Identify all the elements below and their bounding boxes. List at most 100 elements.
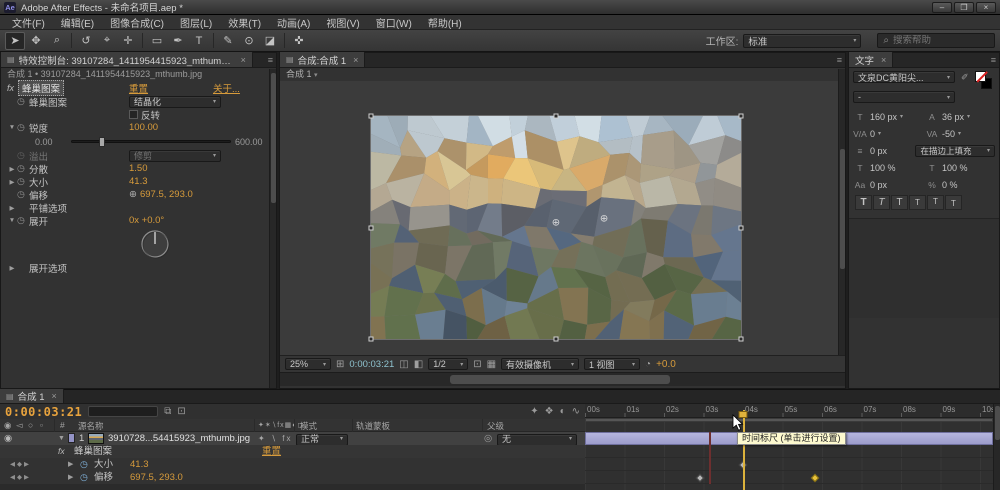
superscript-button[interactable]: T xyxy=(927,195,944,210)
scrollbar-thumb[interactable] xyxy=(271,73,276,203)
timecode-field[interactable] xyxy=(88,406,158,417)
effect-control-point-icon[interactable]: ⊕ xyxy=(600,213,608,224)
offset-value[interactable]: 697.5, 293.0 xyxy=(130,471,183,484)
subscript-button[interactable]: T xyxy=(945,195,962,210)
stopwatch-icon[interactable]: ◷ xyxy=(80,471,88,484)
shape-tool-icon[interactable]: ▭ xyxy=(147,32,167,50)
view-layout-dropdown[interactable]: 1 视图▾ xyxy=(584,358,640,370)
small-caps-button[interactable]: T xyxy=(909,195,926,210)
leading-value[interactable]: 36 px xyxy=(942,112,964,122)
composition-viewer[interactable]: ⊕ ⊕ xyxy=(280,81,845,355)
offset-value[interactable]: 697.5, 293.0 xyxy=(140,189,193,200)
comp-mini-flowchart-icon[interactable]: ⧉ xyxy=(164,406,171,417)
stroke-style-dropdown[interactable]: 在描边上填充▾ xyxy=(915,145,995,157)
eraser-tool-icon[interactable]: ◪ xyxy=(260,32,280,50)
resolution-dropdown[interactable]: 1/2▾ xyxy=(428,358,468,370)
stopwatch-icon[interactable]: ◷ xyxy=(17,96,29,107)
menu-item-effect[interactable]: 效果(T) xyxy=(220,15,269,30)
close-icon[interactable]: × xyxy=(881,55,886,65)
stopwatch-icon[interactable]: ◷ xyxy=(17,122,29,133)
transparency-grid-icon[interactable]: ▦ xyxy=(487,359,496,370)
expand-icon[interactable]: ▼ xyxy=(58,432,65,445)
eye-icon[interactable]: ◉ xyxy=(4,420,11,431)
close-icon[interactable]: × xyxy=(241,55,246,65)
stopwatch-icon[interactable]: ◷ xyxy=(17,163,29,174)
sharpness-slider[interactable] xyxy=(71,140,231,143)
camera-tool-icon[interactable]: ⌖ xyxy=(97,32,117,50)
effect-row[interactable]: fx 蜂巢图案 重置 xyxy=(0,445,585,458)
pen-tool-icon[interactable]: ✒ xyxy=(168,32,188,50)
effect-point-icon[interactable]: ⊕ xyxy=(129,189,137,200)
tsume-value[interactable]: 0 % xyxy=(942,180,958,190)
kerning-value[interactable]: 0 xyxy=(870,129,875,139)
invert-checkbox[interactable] xyxy=(129,110,138,119)
selection-handle[interactable] xyxy=(739,225,744,230)
collapse-icon[interactable]: ▶ xyxy=(7,178,17,186)
size-value[interactable]: 41.3 xyxy=(129,176,148,187)
disperse-value[interactable]: 1.50 xyxy=(129,163,148,174)
close-icon[interactable]: × xyxy=(52,391,57,401)
live-update-icon[interactable]: ⊡ xyxy=(177,406,185,417)
selection-handle[interactable] xyxy=(369,337,374,342)
size-value[interactable]: 41.3 xyxy=(130,458,149,471)
menu-item-edit[interactable]: 编辑(E) xyxy=(53,15,102,30)
clone-stamp-tool-icon[interactable]: ⊙ xyxy=(239,32,259,50)
pan-behind-tool-icon[interactable]: ✛ xyxy=(118,32,138,50)
source-name-header[interactable]: 源名称 xyxy=(78,420,104,432)
tracking-value[interactable]: -50 xyxy=(942,129,955,139)
layer-anchor-point-icon[interactable]: ⊕ xyxy=(552,218,560,229)
selection-handle[interactable] xyxy=(369,114,374,119)
viewer-timecode[interactable]: 0:00:03:21 xyxy=(349,359,394,370)
selection-tool-icon[interactable]: ➤ xyxy=(5,32,25,50)
rotation-dial[interactable] xyxy=(139,228,171,260)
menu-item-layer[interactable]: 图层(L) xyxy=(172,15,220,30)
maximize-button[interactable]: ❐ xyxy=(954,2,974,13)
layer-name[interactable]: 3910728...54415923_mthumb.jpg xyxy=(108,432,250,445)
viewer-vscrollbar[interactable] xyxy=(838,69,845,355)
font-size-value[interactable]: 160 px xyxy=(870,112,897,122)
slider-thumb[interactable] xyxy=(99,137,105,147)
selection-handle[interactable] xyxy=(739,337,744,342)
tab-timeline-comp[interactable]: ▤ 合成 1 × xyxy=(0,389,64,403)
baseline-shift-value[interactable]: 0 px xyxy=(870,180,887,190)
puppet-tool-icon[interactable]: ✜ xyxy=(289,32,309,50)
help-search-box[interactable]: ⌕ xyxy=(877,33,995,48)
close-button[interactable]: × xyxy=(976,2,996,13)
all-caps-button[interactable]: T xyxy=(891,195,908,210)
composition-breadcrumb[interactable]: 合成 1 ▾ xyxy=(280,68,845,81)
parent-header[interactable]: 父级 xyxy=(487,420,504,432)
type-tool-icon[interactable]: T xyxy=(189,32,209,50)
collapse-icon[interactable]: ▶ xyxy=(7,165,17,173)
region-of-interest-icon[interactable]: ⊡ xyxy=(473,359,481,370)
graph-editor-icon[interactable]: ∿ xyxy=(572,406,580,417)
effect-about-link[interactable]: 关于... xyxy=(213,81,240,95)
property-row-offset[interactable]: ◀◆▶ ▶ ◷ 偏移 697.5, 293.0 xyxy=(0,471,585,484)
tab-effect-controls[interactable]: ▤ 特效控制台: 39107284_1411954415923_mthumb.j… xyxy=(1,52,253,67)
stroke-width-value[interactable]: 0 px xyxy=(870,146,887,156)
eye-icon[interactable]: ◉ xyxy=(4,432,12,445)
brush-tool-icon[interactable]: ✎ xyxy=(218,32,238,50)
stopwatch-icon[interactable]: ◷ xyxy=(80,458,88,471)
parent-pickwhip-icon[interactable]: ◎ xyxy=(484,432,492,445)
vertical-scale-value[interactable]: 100 % xyxy=(870,163,896,173)
eyedropper-icon[interactable]: ✐ xyxy=(961,72,969,83)
minimize-button[interactable]: – xyxy=(932,2,952,13)
faux-bold-button[interactable]: T xyxy=(855,195,872,210)
scrollbar-thumb[interactable] xyxy=(840,149,845,269)
param-group-label[interactable]: 展开选项 xyxy=(29,261,67,275)
expand-icon[interactable]: ▼ xyxy=(7,217,17,224)
fill-color-swatch[interactable] xyxy=(975,71,986,82)
collapse-icon[interactable]: ▶ xyxy=(68,471,73,484)
horizontal-scale-value[interactable]: 100 % xyxy=(942,163,968,173)
menu-item-help[interactable]: 帮助(H) xyxy=(420,15,470,30)
pattern-dropdown[interactable]: 结晶化▾ xyxy=(129,96,221,108)
selection-handle[interactable] xyxy=(739,114,744,119)
param-group-label[interactable]: 平铺选项 xyxy=(29,201,67,215)
panel-menu-icon[interactable]: ≡ xyxy=(837,55,842,65)
timeline-marker[interactable] xyxy=(709,432,711,484)
menu-item-view[interactable]: 视图(V) xyxy=(318,15,367,30)
keyframe-navigator[interactable]: ◀◆▶ xyxy=(10,471,31,484)
menu-item-window[interactable]: 窗口(W) xyxy=(368,15,420,30)
blend-mode-dropdown[interactable]: 正常▾ xyxy=(296,434,348,446)
scrollbar-thumb[interactable] xyxy=(450,375,670,384)
